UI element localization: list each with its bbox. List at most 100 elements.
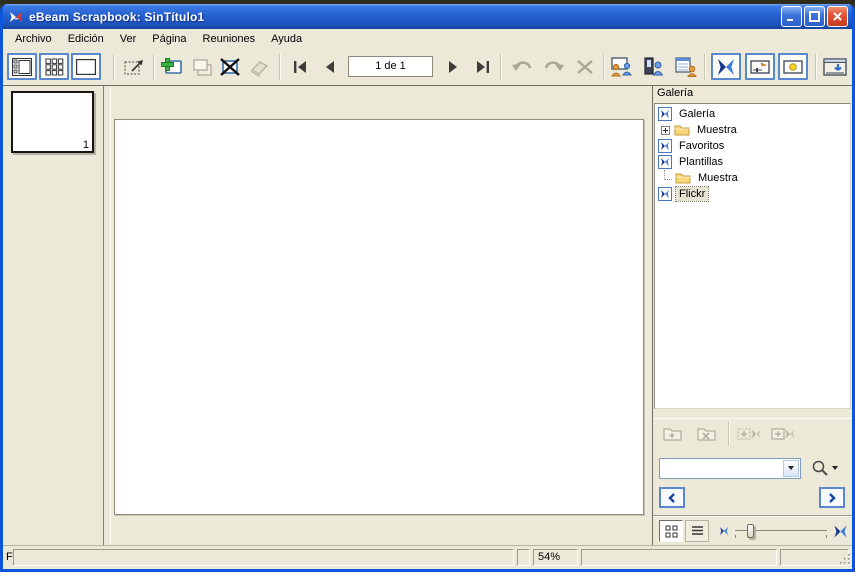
canvas-area [111,86,652,545]
menu-edicion[interactable]: Edición [60,31,112,47]
tree-item-label-selected: Flickr [676,187,708,201]
slider-thumb[interactable] [747,524,754,538]
tools-palette-icon [750,58,770,76]
thumbnail-size-slider[interactable] [735,521,827,541]
delete-folder-button[interactable] [692,420,722,447]
toolbar-separator [815,54,817,80]
gallery-toolbar-separator [728,422,730,446]
new-folder-button[interactable] [658,420,688,447]
tree-item-flickr[interactable]: Flickr [655,186,850,202]
gallery-header: Galería [653,86,852,102]
delete-selection-button[interactable] [571,53,599,80]
new-page-button[interactable] [158,53,186,80]
full-page-view-button[interactable] [71,53,101,80]
menu-ayuda[interactable]: Ayuda [263,31,310,47]
gallery-tree: Galería Muestra Favoritos [654,103,851,409]
tree-item-galeria[interactable]: Galería [655,106,850,122]
tree-branch-line [664,170,672,180]
page-thumbnail[interactable]: 1 [11,91,94,153]
minimize-button[interactable] [781,6,802,27]
status-left-text: F [6,551,13,563]
menu-archivo[interactable]: Archivo [7,31,60,47]
title-bar[interactable]: eBeam Scrapbook: SinTítulo1 [3,4,852,29]
add-screenshot-to-gallery-button[interactable] [769,420,799,447]
previous-arrow-icon [666,492,678,504]
redo-button[interactable] [540,53,568,80]
toolbar-separator [279,54,281,80]
record-button[interactable] [778,53,808,80]
dock-toolbar-button[interactable] [821,53,849,80]
menu-ver[interactable]: Ver [112,31,145,47]
main-toolbar: 1 de 1 [3,49,852,85]
tree-item-muestra-plantillas[interactable]: Muestra [655,170,850,186]
gallery-previous-button[interactable] [659,487,685,508]
search-dropdown-button[interactable] [783,460,799,477]
add-screenshot-to-gallery-icon-disabled [771,425,797,443]
duplicate-page-button[interactable] [188,53,216,80]
gallery-toolbar [653,418,852,448]
butterfly-small-icon [719,526,729,536]
eraser-button[interactable] [246,53,274,80]
thumbnail-grid-view-icon [45,58,64,76]
butterfly-icon [716,57,736,77]
new-page-icon [161,57,183,77]
first-page-button[interactable] [286,53,314,80]
eraser-icon-disabled [249,57,271,77]
grid-view-icon [665,525,678,538]
butterfly-icon [658,155,672,169]
page-indicator[interactable]: 1 de 1 [348,56,433,77]
magnifier-menu-arrow-icon [832,466,838,470]
tree-item-label: Galería [676,107,718,121]
list-view-icon [691,525,704,537]
next-page-button[interactable] [439,53,467,80]
record-icon [783,58,803,76]
toolbar-separator [500,54,502,80]
tree-item-favoritos[interactable]: Favoritos [655,138,850,154]
content-area: 1 Galería Galería [3,85,852,545]
delete-page-button[interactable] [216,53,244,80]
grid-view-button[interactable] [659,520,683,542]
resize-grip[interactable] [838,552,851,568]
tools-palette-button[interactable] [745,53,775,80]
new-folder-icon-disabled [662,425,684,443]
tree-item-label: Plantillas [676,155,726,169]
thumbnail-grid-view-button[interactable] [39,53,69,80]
dropdown-arrow-icon [788,466,794,470]
scrapbook-page[interactable] [114,119,644,515]
select-tool-button[interactable] [121,53,149,80]
expand-plus-icon[interactable] [661,126,670,135]
select-tool-icon [124,57,146,77]
last-page-button[interactable] [469,53,497,80]
tree-item-muestra-galeria[interactable]: Muestra [655,122,850,138]
add-selection-to-gallery-button[interactable] [735,420,765,447]
pages-panel: 1 [3,86,103,545]
previous-page-button[interactable] [316,53,344,80]
menu-reuniones[interactable]: Reuniones [195,31,264,47]
close-button[interactable] [827,6,848,27]
join-meeting-button[interactable] [640,53,668,80]
redo-icon-disabled [542,58,566,76]
search-input[interactable] [661,460,781,477]
list-view-button[interactable] [685,520,709,542]
tree-item-plantillas[interactable]: Plantillas [655,154,850,170]
gallery-panel: Galería Galería Muestra [652,86,852,545]
thumbnails-and-page-view-button[interactable] [7,53,37,80]
undo-button[interactable] [508,53,536,80]
last-page-icon [474,59,492,75]
maximize-button[interactable] [804,6,825,27]
toolbar-separator [113,54,115,80]
app-logo-icon [8,9,24,25]
search-go-button[interactable] [811,459,838,477]
butterfly-icon [658,187,672,201]
join-meeting-icon [642,57,666,77]
gallery-next-button[interactable] [819,487,845,508]
tree-item-label: Muestra [694,123,740,137]
folder-icon [675,172,691,184]
search-combobox[interactable] [659,458,801,479]
panel-splitter[interactable] [103,86,111,545]
menu-pagina[interactable]: Página [144,31,194,47]
share-meeting-button[interactable] [608,53,636,80]
meetings-list-button[interactable] [672,53,700,80]
window-title: eBeam Scrapbook: SinTítulo1 [29,10,779,24]
scrapbook-butterfly-button[interactable] [711,53,741,80]
